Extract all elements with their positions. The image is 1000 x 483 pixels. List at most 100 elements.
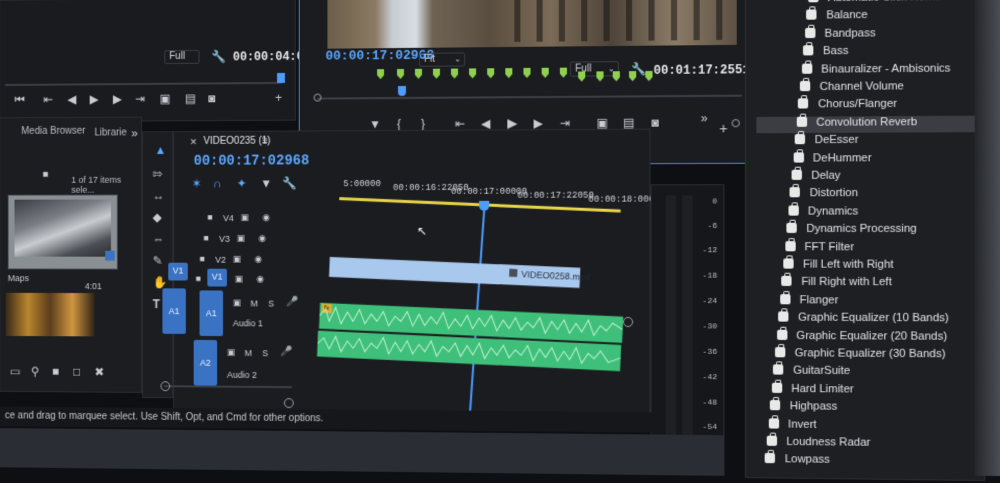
marker[interactable]: [596, 71, 604, 82]
sync-lock-icon[interactable]: ▣: [233, 253, 241, 265]
timeline-playhead-head[interactable]: [479, 200, 490, 211]
step-back-frame-icon[interactable]: ◀: [67, 92, 76, 106]
marker[interactable]: [629, 71, 637, 82]
search-icon[interactable]: ⚲: [31, 365, 39, 379]
source-patch-v1[interactable]: V1: [168, 262, 188, 281]
effect-item[interactable]: Dynamics: [746, 205, 1000, 222]
eye-icon[interactable]: ◉: [262, 211, 270, 223]
go-to-in-icon[interactable]: ⇤: [43, 93, 53, 107]
eye-icon[interactable]: ◉: [256, 273, 264, 285]
more-tabs-icon[interactable]: »: [131, 126, 137, 140]
lock-icon[interactable]: ■: [200, 253, 205, 265]
hand-tool-icon[interactable]: ✋: [153, 275, 168, 289]
sync-lock-icon[interactable]: ▣: [237, 232, 245, 244]
selection-tool-icon[interactable]: ▲: [155, 143, 167, 157]
timeline-hscroll[interactable]: [164, 385, 292, 389]
program-timecode-right[interactable]: 00:01:17:25518: [654, 63, 758, 78]
sequence-tab[interactable]: VIDEO0235 (1): [203, 136, 270, 147]
source-patch-a1[interactable]: A1: [162, 288, 186, 334]
extract-icon[interactable]: ▤: [623, 116, 635, 130]
voice-over-icon[interactable]: ▣: [227, 346, 235, 358]
wrench-icon[interactable]: 🔧: [282, 176, 297, 190]
wrench-icon[interactable]: 🔧: [211, 50, 226, 64]
hscroll-left-handle[interactable]: [160, 381, 171, 392]
lock-icon[interactable]: ■: [196, 273, 201, 285]
effect-item[interactable]: Chorus/Flanger: [746, 97, 1000, 115]
marker[interactable]: [523, 67, 531, 79]
trash-icon[interactable]: ✖: [94, 365, 104, 379]
add-button-icon[interactable]: +: [719, 120, 727, 136]
hscroll-right-handle[interactable]: [283, 398, 294, 409]
effect-item[interactable]: Highpass: [746, 400, 1000, 419]
snap-icon[interactable]: ∩: [213, 177, 221, 191]
effect-item[interactable]: DeHummer: [746, 151, 1000, 168]
source-playhead-marker[interactable]: [277, 72, 285, 83]
marker[interactable]: [505, 68, 513, 79]
effect-item[interactable]: Invert: [746, 417, 1000, 437]
track-select-icon[interactable]: ⇰: [153, 167, 163, 181]
folder-icon[interactable]: ■: [42, 169, 48, 181]
lock-icon[interactable]: ■: [207, 211, 212, 223]
effect-item[interactable]: DeEsser: [746, 133, 1000, 151]
effect-item[interactable]: Graphic Equalizer (30 Bands): [746, 347, 1000, 365]
effect-item[interactable]: FFT Filter: [746, 240, 1000, 258]
insert-icon[interactable]: ▣: [160, 92, 171, 106]
razor-icon[interactable]: ◆: [153, 210, 162, 224]
effect-item[interactable]: Bandpass: [746, 25, 1000, 44]
marker[interactable]: [469, 68, 477, 79]
lock-icon[interactable]: ■: [203, 232, 208, 244]
mark-in-icon[interactable]: {: [397, 117, 401, 131]
eye-icon[interactable]: ◉: [254, 253, 262, 265]
ripple-edit-icon[interactable]: ↔: [153, 189, 165, 203]
timeline-timecode[interactable]: 00:00:17:02968: [194, 153, 310, 169]
scrubber-start-handle[interactable]: [313, 93, 322, 102]
clip-thumbnail[interactable]: [7, 194, 118, 270]
eye-icon[interactable]: ◉: [258, 232, 266, 244]
folder-icon[interactable]: ■: [52, 365, 59, 379]
add-marker-icon[interactable]: ▼: [369, 117, 381, 131]
program-timecode-left[interactable]: 00:00:17:02968: [325, 48, 434, 64]
slip-tool-icon[interactable]: ⇔: [153, 232, 165, 246]
camera-icon[interactable]: ◙: [208, 91, 215, 105]
marker[interactable]: [541, 67, 549, 78]
effect-item[interactable]: Dynamics Processing: [746, 223, 1000, 240]
go-to-out-icon[interactable]: ⇥: [135, 92, 145, 106]
microphone-icon[interactable]: 🎤: [286, 297, 298, 309]
effect-item[interactable]: Channel Volume: [746, 79, 1000, 97]
marker[interactable]: [612, 71, 620, 82]
pen-tool-icon[interactable]: ✎: [153, 254, 163, 268]
source-resolution-select[interactable]: Full: [164, 49, 200, 65]
time-ruler[interactable]: 5:00000 00:00:16:22050 00:00:17:00000 00…: [341, 176, 665, 207]
marker[interactable]: [432, 68, 440, 79]
marker[interactable]: [645, 70, 653, 82]
play-icon[interactable]: ▶: [90, 92, 99, 106]
video-clip[interactable]: VIDEO0258.mp4: [329, 256, 590, 288]
type-tool-icon[interactable]: T: [153, 297, 160, 311]
marker[interactable]: [487, 68, 495, 79]
step-back-icon[interactable]: ◀: [481, 116, 490, 130]
play-icon[interactable]: ▶: [507, 115, 517, 130]
effect-item[interactable]: Lowpass: [746, 453, 1000, 473]
go-to-out-icon[interactable]: ⇥: [560, 116, 570, 130]
sync-lock-icon[interactable]: ▣: [241, 211, 249, 223]
track-target-v1[interactable]: V1: [207, 268, 227, 287]
source-scrubber[interactable]: [4, 81, 282, 86]
fit-select[interactable]: Fit ⌄: [418, 52, 466, 67]
marker[interactable]: [377, 69, 385, 80]
effect-item[interactable]: Distortion: [746, 187, 1000, 204]
marker[interactable]: [397, 68, 404, 79]
marker[interactable]: [559, 67, 567, 78]
program-scrubber[interactable]: [317, 94, 742, 100]
effect-item[interactable]: Delay: [746, 169, 1000, 186]
mark-out-icon[interactable]: }: [421, 117, 425, 131]
track-target-a2[interactable]: A2: [193, 339, 218, 386]
marker[interactable]: [414, 68, 422, 79]
step-forward-icon[interactable]: ▶: [534, 116, 543, 130]
timeline-vscroll-handle[interactable]: [622, 316, 634, 328]
add-button-icon[interactable]: +: [275, 91, 282, 105]
add-marker-icon[interactable]: ▼: [260, 176, 272, 190]
marker[interactable]: [578, 71, 586, 82]
microphone-icon[interactable]: 🎤: [280, 346, 292, 358]
menu-icon[interactable]: ≡: [262, 136, 268, 148]
effect-item[interactable]: Bass: [746, 43, 1000, 62]
